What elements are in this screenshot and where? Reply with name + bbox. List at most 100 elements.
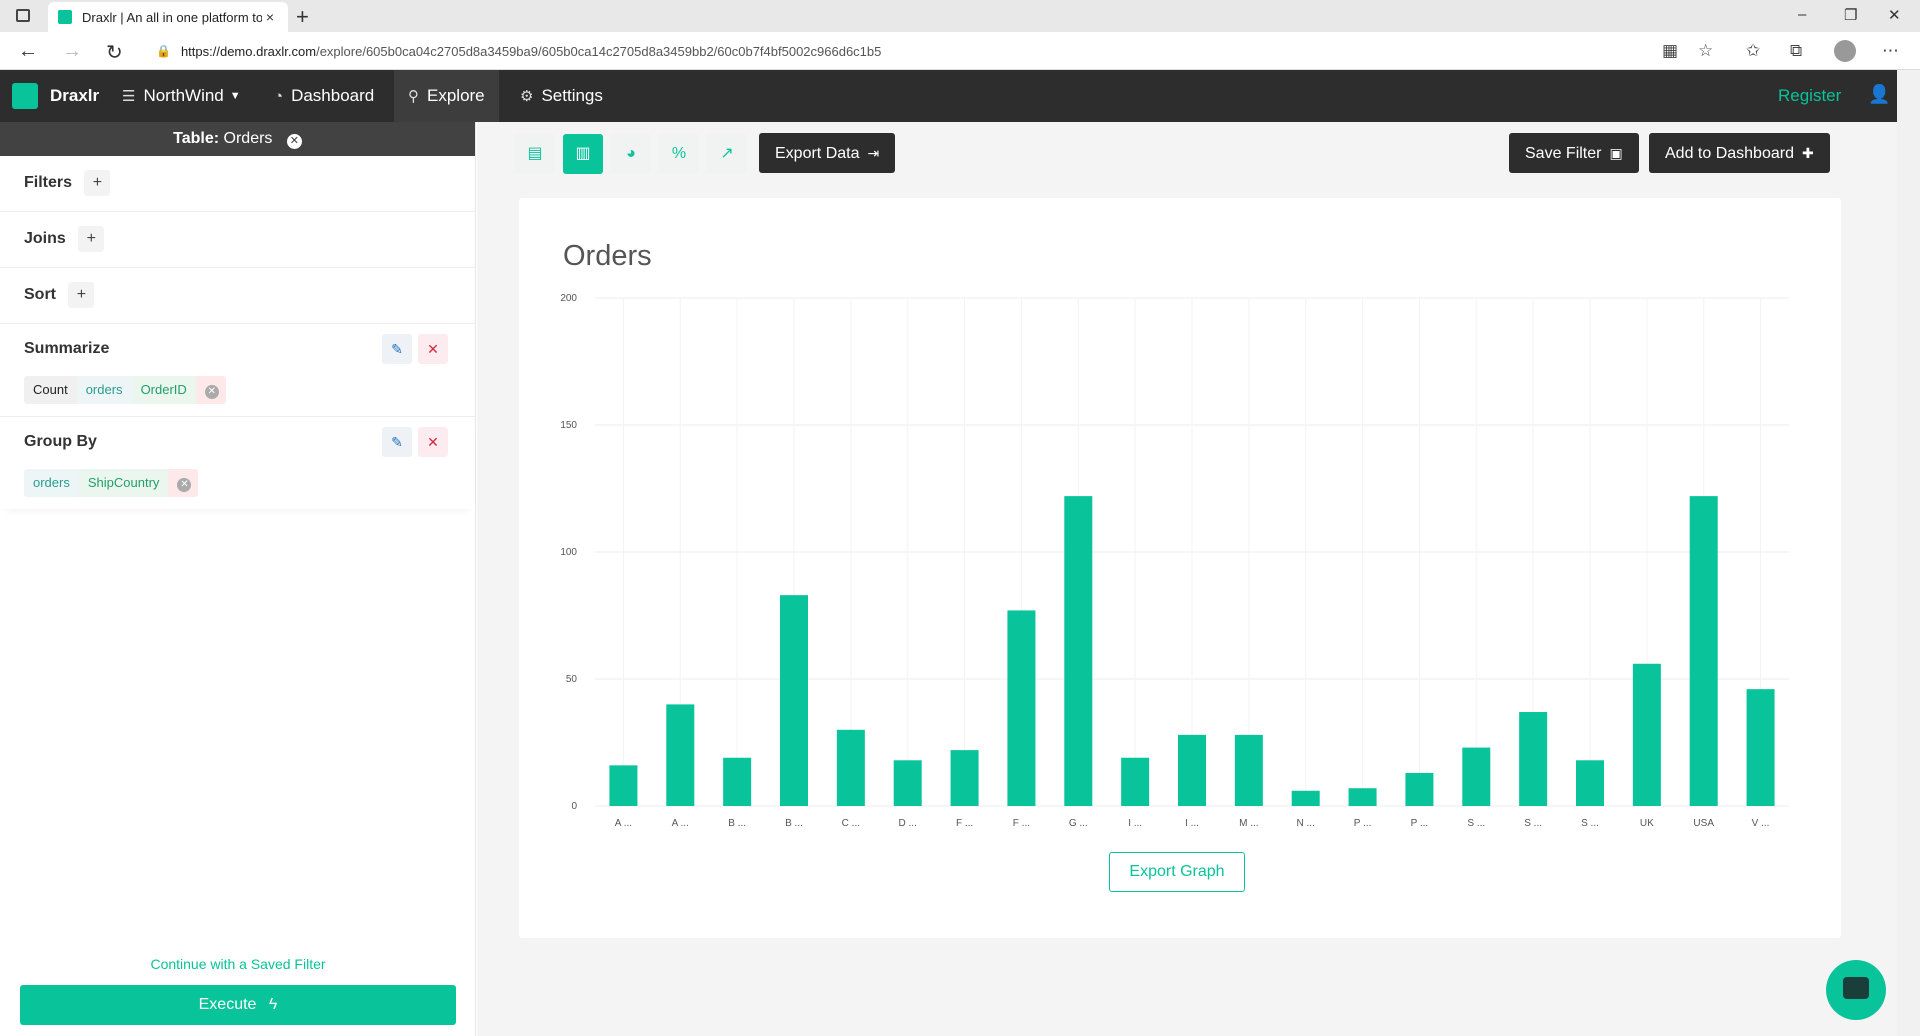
- y-tick-label: 150: [560, 420, 577, 431]
- bar: [893, 760, 922, 806]
- line-chart-view-button[interactable]: ↗: [707, 134, 747, 174]
- tab-actions-icon[interactable]: [16, 9, 30, 22]
- group-by-pill: orders ShipCountry ✕: [24, 469, 199, 497]
- read-mode-icon[interactable]: ▦: [1662, 41, 1678, 61]
- favorites-icon[interactable]: ✩: [1746, 41, 1760, 61]
- joins-section: Joins +: [0, 212, 475, 268]
- pie-chart-view-button[interactable]: ◕: [611, 134, 651, 174]
- gauge-icon: ◔: [274, 87, 284, 105]
- x-tick-label: P ...: [1411, 818, 1429, 829]
- draxlr-logo-icon[interactable]: [12, 83, 38, 109]
- browser-tab[interactable]: Draxlr | An all in one platform to ×: [48, 2, 288, 32]
- nav-explore[interactable]: ⚲ Explore: [394, 70, 499, 122]
- register-link[interactable]: Register: [1778, 86, 1841, 106]
- address-bar[interactable]: 🔒 https://demo.draxlr.com/explore/605b0c…: [144, 36, 1684, 66]
- bar: [1462, 747, 1491, 806]
- x-tick-label: B ...: [728, 818, 746, 829]
- new-tab-icon[interactable]: +: [296, 4, 309, 30]
- table-view-button[interactable]: ▤: [515, 134, 555, 174]
- add-user-icon[interactable]: 👤: [1868, 84, 1890, 105]
- summarize-section: Summarize ✎ ✕ Count orders OrderID ✕: [0, 324, 475, 417]
- pill-column: OrderID: [131, 376, 196, 404]
- export-data-label: Export Data: [775, 145, 860, 162]
- clear-table-icon[interactable]: ✕: [286, 134, 302, 149]
- browser-toolbar: ← → ↻ 🔒 https://demo.draxlr.com/explore/…: [0, 32, 1920, 70]
- edit-summarize-button[interactable]: ✎: [382, 334, 412, 364]
- line-chart-icon: ↗: [720, 145, 734, 162]
- add-filter-button[interactable]: +: [84, 170, 111, 196]
- app-navbar: Draxlr ☰ NorthWind ▼ ◔ Dashboard ⚲ Explo…: [0, 70, 1920, 122]
- bar: [1007, 610, 1036, 806]
- x-tick-label: I ...: [1128, 818, 1142, 829]
- x-tick-label: G ...: [1069, 818, 1088, 829]
- draxlr-favicon-icon: [58, 10, 72, 24]
- page-scrollbar[interactable]: [1897, 70, 1920, 1036]
- collections-icon[interactable]: ⧉: [1790, 41, 1802, 61]
- nav-settings[interactable]: ⚙ Settings: [506, 70, 617, 122]
- reload-icon[interactable]: ↻: [106, 40, 123, 65]
- x-tick-label: S ...: [1581, 818, 1599, 829]
- table-icon: ▤: [527, 145, 543, 162]
- favorite-add-icon[interactable]: ☆: [1698, 41, 1713, 61]
- execute-button[interactable]: Execute ϟ: [20, 985, 456, 1025]
- export-data-button[interactable]: Export Data ⇥: [759, 133, 896, 173]
- export-graph-button[interactable]: Export Graph: [1109, 852, 1245, 892]
- save-filter-label: Save Filter: [1525, 145, 1602, 162]
- database-selector[interactable]: ☰ NorthWind ▼: [108, 70, 255, 122]
- plus-icon: ✚: [1801, 145, 1814, 161]
- pie-chart-icon: ◕: [626, 145, 636, 162]
- database-name: NorthWind: [143, 86, 224, 105]
- chat-support-button[interactable]: [1826, 960, 1886, 1020]
- bar: [1064, 496, 1093, 806]
- bar: [1576, 760, 1604, 806]
- maximize-icon[interactable]: ❐: [1844, 6, 1857, 24]
- add-join-button[interactable]: +: [78, 226, 105, 252]
- edit-group-by-button[interactable]: ✎: [382, 427, 412, 457]
- minimize-icon[interactable]: –: [1798, 6, 1806, 23]
- add-sort-button[interactable]: +: [68, 282, 95, 308]
- remove-group-by-icon[interactable]: ✕: [168, 469, 199, 497]
- url-path: /explore/605b0ca04c2705d8a3459ba9/605b0c…: [316, 43, 882, 59]
- delete-summarize-button[interactable]: ✕: [418, 334, 448, 364]
- bar-chart-view-button[interactable]: ▥: [563, 134, 603, 174]
- x-tick-label: P ...: [1354, 818, 1372, 829]
- percent-icon: %: [671, 145, 687, 162]
- bar: [780, 595, 808, 806]
- profile-avatar-icon[interactable]: [1834, 40, 1856, 62]
- close-window-icon[interactable]: ✕: [1888, 6, 1901, 24]
- x-tick-label: A ...: [672, 818, 689, 829]
- sort-label: Sort: [24, 286, 56, 304]
- bar: [1405, 772, 1434, 806]
- y-tick-label: 50: [566, 674, 578, 685]
- gear-icon: ⚙: [520, 88, 534, 105]
- bar: [609, 765, 638, 806]
- back-icon[interactable]: ←: [18, 40, 38, 63]
- bar-chart: 0 50 100 150 200 A ... A ... B ... B ... C ... D .…: [560, 293, 1789, 829]
- x-tick-label: I ...: [1185, 818, 1199, 829]
- bar: [836, 729, 865, 806]
- more-menu-icon[interactable]: ⋯: [1882, 41, 1899, 61]
- forward-icon[interactable]: →: [62, 40, 82, 63]
- percent-view-button[interactable]: %: [659, 134, 699, 174]
- x-tick-label: S ...: [1524, 818, 1542, 829]
- remove-summarize-icon[interactable]: ✕: [195, 376, 226, 404]
- bar-chart-icon: ▥: [575, 145, 591, 162]
- nav-dashboard[interactable]: ◔ Dashboard: [260, 70, 388, 122]
- tab-title: Draxlr | An all in one platform to: [82, 9, 262, 25]
- saved-filter-link[interactable]: Continue with a Saved Filter: [0, 956, 476, 972]
- chart-card: 0 50 100 150 200 A ... A ... B ... B ... C ... D .…: [519, 198, 1841, 938]
- nav-dashboard-label: Dashboard: [291, 86, 375, 105]
- x-tick-label: A ...: [615, 818, 632, 829]
- floppy-disk-icon: ▣: [1609, 145, 1623, 161]
- brand-name[interactable]: Draxlr: [50, 86, 99, 106]
- bar: [1121, 757, 1150, 806]
- query-sidebar: Table: Orders ✕ Filters + Joins + Sort +…: [0, 122, 476, 1036]
- tab-close-icon[interactable]: ×: [262, 9, 278, 25]
- x-tick-label: V ...: [1752, 818, 1770, 829]
- table-prefix: Table:: [173, 130, 220, 147]
- bar: [1178, 734, 1206, 806]
- add-to-dashboard-button[interactable]: Add to Dashboard ✚: [1649, 133, 1830, 173]
- browser-tabbar: Draxlr | An all in one platform to × + –…: [0, 0, 1920, 32]
- delete-group-by-button[interactable]: ✕: [418, 427, 448, 457]
- save-filter-button[interactable]: Save Filter ▣: [1509, 133, 1639, 173]
